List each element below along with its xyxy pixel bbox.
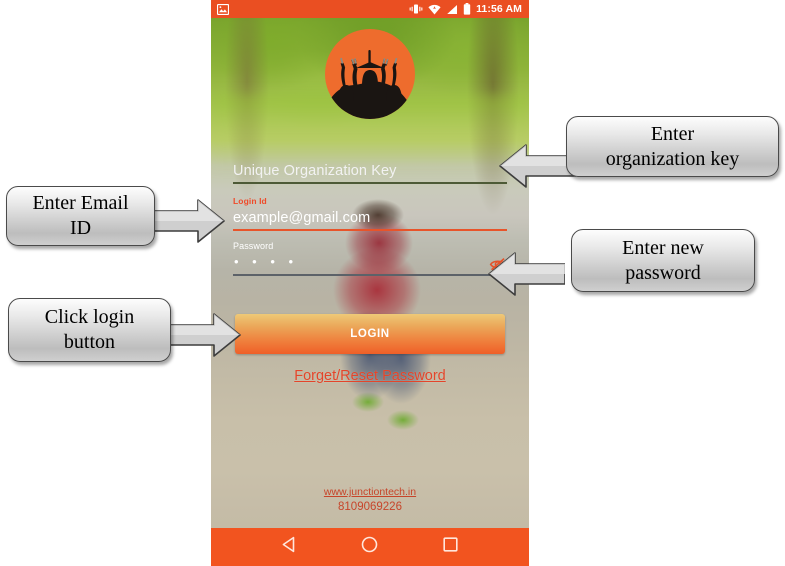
callout-login-text: Click login button	[44, 306, 135, 353]
callout-enter-organization-key: Enter organization key	[566, 116, 779, 177]
login-id-field[interactable]: Login Id example@gmail.com	[233, 195, 507, 231]
password-label: Password	[233, 241, 274, 251]
footer: www.junctiontech.in 8109069226	[211, 482, 529, 515]
wifi-icon	[428, 4, 441, 14]
arrow-right-email	[148, 199, 225, 243]
callout-email-text: Enter Email ID	[32, 192, 129, 239]
app-logo	[324, 28, 416, 120]
android-nav-bar	[211, 528, 529, 566]
org-key-underline	[233, 182, 507, 184]
callout-enter-email-id: Enter Email ID	[6, 186, 155, 246]
password-field[interactable]: Password • • • •	[233, 240, 507, 276]
status-bar-right: 11:56 AM	[409, 3, 529, 15]
battery-icon	[463, 3, 471, 15]
org-key-input[interactable]: Unique Organization Key	[233, 160, 507, 182]
arrow-right-login	[164, 313, 241, 357]
status-bar: 11:56 AM	[211, 0, 529, 18]
recents-square-icon[interactable]	[441, 535, 460, 559]
home-circle-icon[interactable]	[360, 535, 379, 559]
arrow-left-password	[488, 252, 565, 296]
arrow-left-org	[499, 144, 576, 188]
status-bar-time: 11:56 AM	[476, 2, 522, 15]
login-id-label: Login Id	[233, 196, 267, 206]
login-button[interactable]: LOGIN	[235, 314, 505, 354]
vibrate-icon	[409, 4, 423, 14]
junction-tech-logo-icon	[325, 29, 415, 119]
callout-enter-new-password: Enter new password	[571, 229, 755, 292]
image-icon	[217, 3, 229, 15]
website-link[interactable]: www.junctiontech.in	[324, 485, 416, 499]
login-id-input[interactable]: example@gmail.com	[233, 207, 507, 229]
forget-reset-password-link[interactable]: Forget/Reset Password	[211, 368, 529, 384]
password-input[interactable]: • • • •	[233, 252, 507, 272]
signal-icon	[447, 4, 458, 14]
status-bar-left	[211, 3, 229, 15]
back-triangle-icon[interactable]	[280, 535, 299, 559]
screenshot-root: 11:56 AM Unique Organization Key Login I…	[0, 0, 785, 566]
login-id-underline	[233, 229, 507, 231]
password-underline	[233, 274, 507, 276]
callout-org-text: Enter organization key	[605, 122, 740, 170]
phone-mockup: 11:56 AM Unique Organization Key Login I…	[211, 0, 529, 566]
org-key-field[interactable]: Unique Organization Key	[233, 160, 507, 184]
phone-number: 8109069226	[338, 501, 402, 513]
login-form: Unique Organization Key Login Id example…	[211, 160, 529, 276]
callout-click-login-button: Click login button	[8, 298, 171, 362]
callout-password-text: Enter new password	[622, 236, 704, 284]
